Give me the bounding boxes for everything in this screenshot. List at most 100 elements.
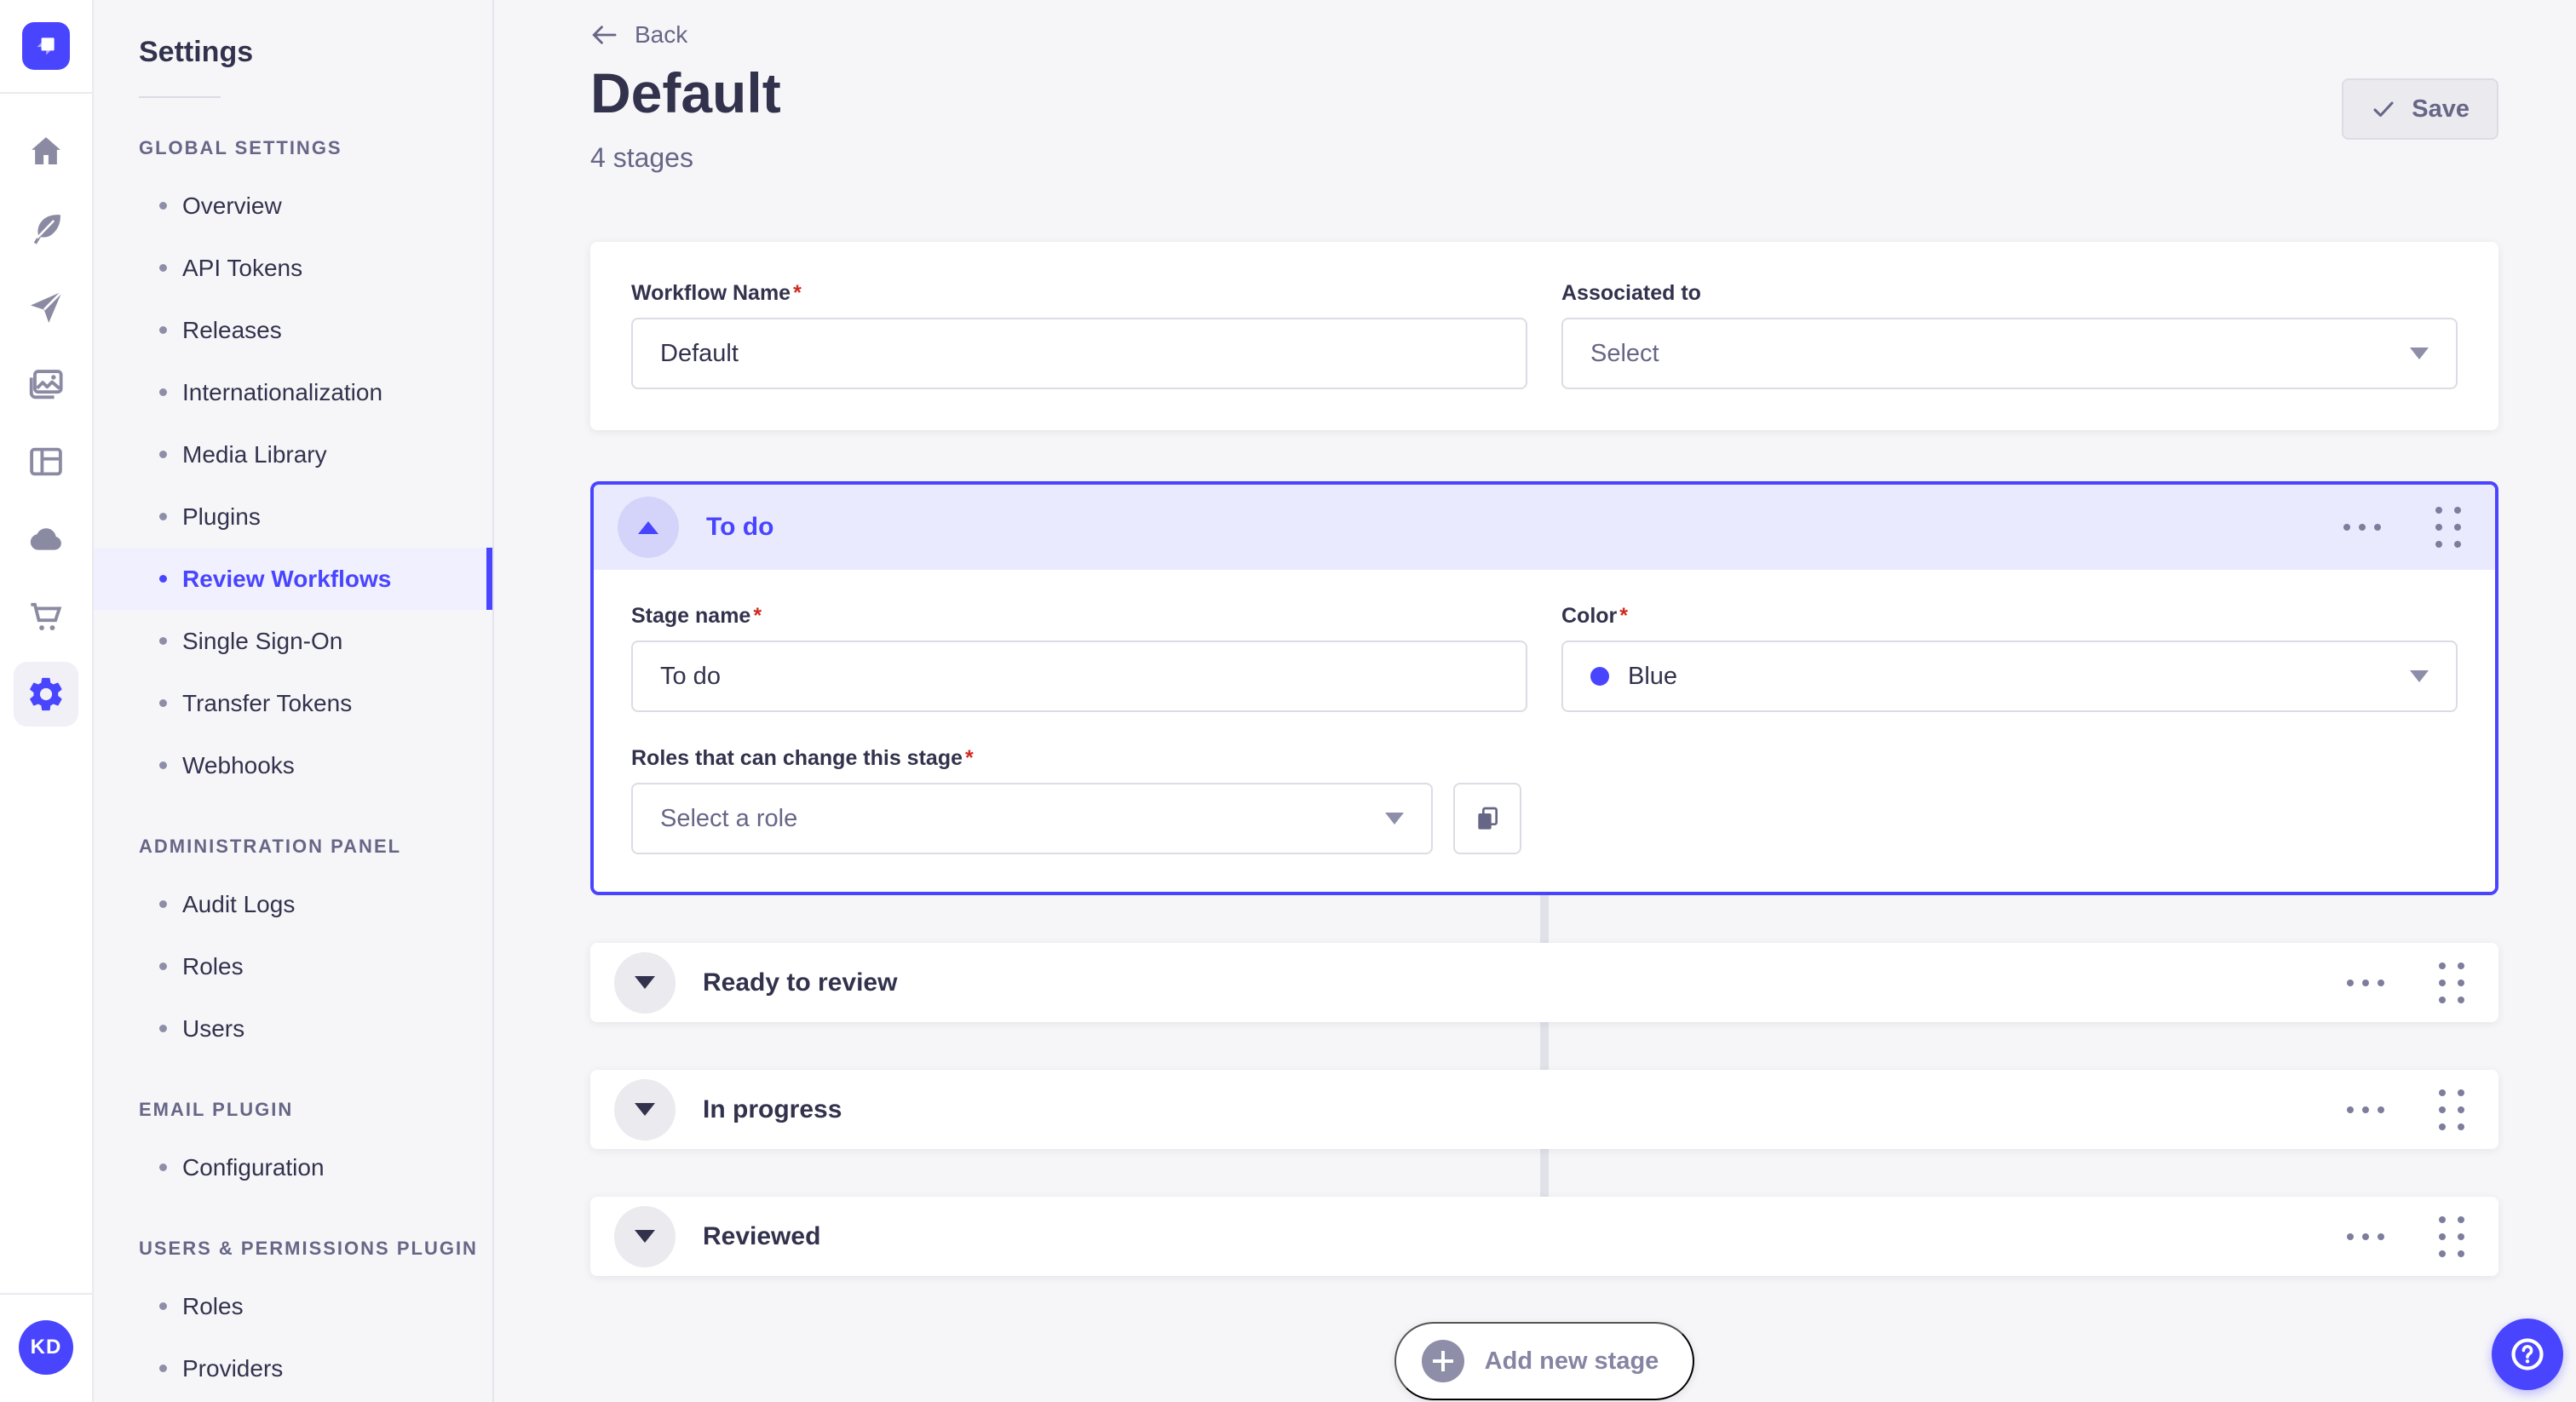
sidebar-item-webhooks[interactable]: Webhooks [94, 734, 492, 796]
sidebar-item-internationalization[interactable]: Internationalization [94, 361, 492, 423]
sidebar-item-api-tokens[interactable]: API Tokens [94, 237, 492, 299]
workflow-name-input[interactable]: Default [631, 318, 1527, 390]
save-button[interactable]: Save [2342, 78, 2498, 140]
stage-title: To do [706, 513, 774, 542]
duplicate-stage-button[interactable] [1453, 783, 1521, 855]
stage-title: Ready to review [703, 968, 898, 997]
stage-name-input[interactable]: To do [631, 641, 1527, 713]
workflow-name-field: Workflow Name * Default [631, 281, 1527, 390]
stage-header-to-do[interactable]: To do [594, 485, 2495, 571]
user-avatar[interactable]: KD [19, 1320, 73, 1375]
back-label: Back [635, 21, 688, 48]
sidebar-item-label: Review Workflows [182, 565, 392, 592]
app-shell: KD Settings GLOBAL SETTINGS Overview API… [0, 0, 2576, 1402]
add-stage-label: Add new stage [1484, 1347, 1659, 1375]
stage-body-to-do: Stage name * To do Color * Blue Roles th… [594, 570, 2495, 893]
stage-header-in-progress[interactable]: In progress [590, 1070, 2498, 1149]
chevron-down-icon [635, 1230, 655, 1244]
bullet-icon [159, 637, 167, 645]
marketplace-icon[interactable] [14, 429, 78, 494]
save-label: Save [2412, 95, 2470, 123]
stage-roles-label: Roles that can change this stage * [631, 746, 974, 771]
bullet-icon [159, 1025, 167, 1032]
section-label-administration-panel: ADMINISTRATION PANEL [139, 836, 402, 857]
stage-header-ready-to-review[interactable]: Ready to review [590, 943, 2498, 1022]
more-options-icon[interactable] [2343, 1098, 2388, 1122]
more-options-icon[interactable] [2340, 515, 2384, 539]
expand-toggle-button[interactable] [614, 1078, 676, 1141]
workflow-name-value: Default [660, 339, 739, 367]
more-options-icon[interactable] [2343, 1225, 2388, 1249]
deploy-cloud-icon[interactable] [14, 507, 78, 572]
sidebar-item-label: Releases [182, 316, 282, 343]
chevron-down-icon [635, 976, 655, 990]
page-header-text: Default 4 stages [590, 62, 781, 174]
check-icon [2373, 101, 2394, 117]
sidebar-item-label: API Tokens [182, 254, 303, 281]
sidebar-item-label: Overview [182, 192, 282, 219]
drag-handle-icon[interactable] [2439, 1215, 2464, 1257]
required-asterisk: * [753, 604, 762, 629]
sidebar-item-audit-logs[interactable]: Audit Logs [94, 873, 492, 935]
collapse-toggle-button[interactable] [618, 497, 679, 559]
drag-handle-icon[interactable] [2439, 1089, 2464, 1130]
chevron-down-icon [635, 1103, 655, 1117]
bullet-icon [159, 575, 167, 583]
stage-header-reviewed[interactable]: Reviewed [590, 1197, 2498, 1276]
add-new-stage-button[interactable]: Add new stage [1394, 1322, 1695, 1401]
drag-handle-icon[interactable] [2439, 962, 2464, 1003]
settings-sidebar: Settings GLOBAL SETTINGS Overview API To… [94, 0, 494, 1402]
sidebar-item-transfer-tokens[interactable]: Transfer Tokens [94, 672, 492, 734]
drag-handle-icon[interactable] [2435, 507, 2461, 549]
strapi-logo[interactable] [22, 22, 70, 70]
sidebar-item-releases[interactable]: Releases [94, 299, 492, 361]
stage-roles-controls: Select a role [631, 783, 2458, 855]
bullet-icon [159, 1164, 167, 1171]
sidebar-item-admin-roles[interactable]: Roles [94, 935, 492, 997]
content-manager-icon[interactable] [14, 197, 78, 261]
sidebar-item-users[interactable]: Users [94, 997, 492, 1060]
page-header: Default 4 stages Save [590, 62, 2498, 174]
main-content: Back Default 4 stages Save Workflow Name… [494, 0, 2576, 1402]
sidebar-item-overview[interactable]: Overview [94, 175, 492, 237]
bullet-icon [159, 513, 167, 520]
sidebar-item-up-roles[interactable]: Roles [94, 1275, 492, 1337]
stage-row-1: Stage name * To do Color * Blue [631, 604, 2458, 713]
content-type-builder-icon[interactable] [14, 274, 78, 339]
stage-color-select[interactable]: Blue [1561, 641, 2458, 713]
sidebar-item-providers[interactable]: Providers [94, 1337, 492, 1399]
back-link[interactable]: Back [590, 20, 687, 49]
sidebar-item-label: Roles [182, 1292, 244, 1319]
chevron-up-icon [638, 520, 658, 534]
sidebar-item-media-library[interactable]: Media Library [94, 423, 492, 486]
required-asterisk: * [965, 746, 974, 771]
sidebar-item-label: Webhooks [182, 751, 295, 779]
more-options-icon[interactable] [2343, 971, 2388, 995]
associated-to-select[interactable]: Select [1561, 318, 2458, 390]
sidebar-item-single-sign-on[interactable]: Single Sign-On [94, 610, 492, 672]
stage-name-label: Stage name * [631, 604, 762, 629]
expand-toggle-button[interactable] [614, 951, 676, 1014]
rail-icons [14, 119, 78, 739]
sidebar-item-configuration[interactable]: Configuration [94, 1136, 492, 1198]
bullet-icon [159, 900, 167, 908]
settings-gear-icon[interactable] [14, 662, 78, 727]
stage-card-ready-to-review: Ready to review [590, 943, 2498, 1023]
help-button[interactable] [2492, 1319, 2563, 1390]
stage-roles-select[interactable]: Select a role [631, 783, 1433, 855]
purchase-cart-icon[interactable] [14, 584, 78, 649]
expand-toggle-button[interactable] [614, 1205, 676, 1267]
home-icon[interactable] [14, 119, 78, 184]
sidebar-item-label: Transfer Tokens [182, 689, 353, 716]
stage-card-reviewed: Reviewed [590, 1197, 2498, 1277]
sidebar-item-plugins[interactable]: Plugins [94, 486, 492, 548]
chevron-down-icon [2410, 348, 2429, 360]
sidebar-item-review-workflows[interactable]: Review Workflows [94, 548, 492, 610]
bullet-icon [159, 202, 167, 210]
media-library-icon[interactable] [14, 352, 78, 417]
stage-card-to-do: To do Stage name * To do Color * Blue Ro… [590, 481, 2498, 896]
stage-color-label: Color * [1561, 604, 1629, 629]
bullet-icon [159, 451, 167, 458]
bullet-icon [159, 1365, 167, 1372]
stage-header-actions [2343, 962, 2464, 1003]
